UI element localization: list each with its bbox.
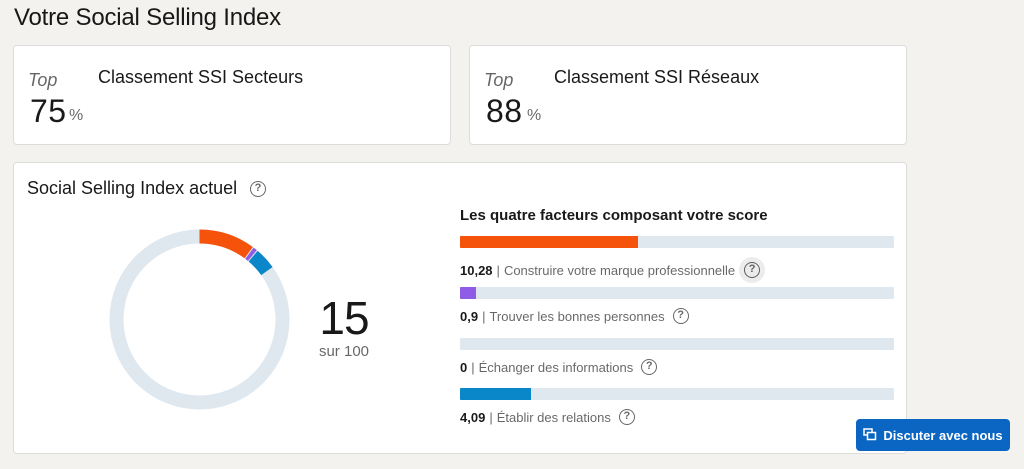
chat-button[interactable]: Discuter avec nous [856, 419, 1010, 451]
factor-value: 0,9 [460, 308, 479, 324]
factor-brand: 10,28 | Construire votre marque professi… [460, 236, 894, 283]
factor-bar-fill [460, 236, 639, 248]
rank-top-label: Top [484, 70, 514, 90]
ssi-title: Social Selling Index actuel [27, 178, 238, 198]
factor-value: 0 [460, 359, 468, 375]
factor-label: Trouver les bonnes personnes [489, 308, 665, 324]
rank-card-sectors: Top Classement SSI Secteurs 75 % [13, 45, 451, 145]
score-donut-chart [109, 229, 290, 410]
help-icon[interactable]: ? [618, 409, 635, 425]
factor-label: Établir des relations [496, 409, 611, 425]
rank-value: 88 [486, 93, 523, 129]
factor-relationships: 4,09 | Établir des relations ? [460, 388, 894, 425]
rank-unit: % [527, 107, 542, 124]
factor-separator: | [482, 308, 486, 324]
factor-people: 0,9 | Trouver les bonnes personnes ? [460, 287, 894, 324]
ssi-score-max: sur 100 [318, 343, 370, 360]
factor-bar-track [460, 236, 894, 248]
factor-separator: | [471, 359, 475, 375]
factor-separator: | [496, 262, 500, 278]
factor-value: 4,09 [460, 409, 486, 425]
chat-button-label: Discuter avec nous [883, 427, 1003, 443]
page-title: Votre Social Selling Index [14, 4, 281, 31]
ssi-card: Social Selling Index actuel ? 15 sur 100… [13, 162, 907, 454]
factor-bar-track [460, 338, 894, 350]
factor-separator: | [489, 409, 493, 425]
help-icon: ? [744, 262, 761, 278]
rank-unit: % [69, 107, 84, 124]
chat-icon [863, 428, 877, 441]
help-icon[interactable]: ? [250, 181, 266, 197]
rank-value: 75 [30, 93, 67, 129]
help-icon[interactable]: ? [672, 308, 689, 324]
factor-bar-track [460, 388, 894, 400]
factor-bar-track [460, 287, 894, 299]
help-icon-button[interactable]: ? [739, 257, 766, 283]
factor-bar-fill [460, 287, 476, 299]
factor-value: 10,28 [460, 262, 493, 278]
rank-card-networks: Top Classement SSI Réseaux 88 % [469, 45, 907, 145]
factor-label: Construire votre marque professionnelle [503, 262, 736, 278]
factor-label: Échanger des informations [478, 359, 634, 375]
factors-title: Les quatre facteurs composant votre scor… [460, 207, 768, 224]
rank-title: Classement SSI Réseaux [554, 67, 760, 87]
ssi-score: 15 [319, 292, 369, 344]
rank-top-label: Top [28, 70, 58, 90]
factor-insights: 0 | Échanger des informations ? [460, 338, 894, 375]
rank-title: Classement SSI Secteurs [98, 67, 304, 87]
factor-bar-fill [460, 388, 531, 400]
help-icon[interactable]: ? [641, 359, 658, 375]
